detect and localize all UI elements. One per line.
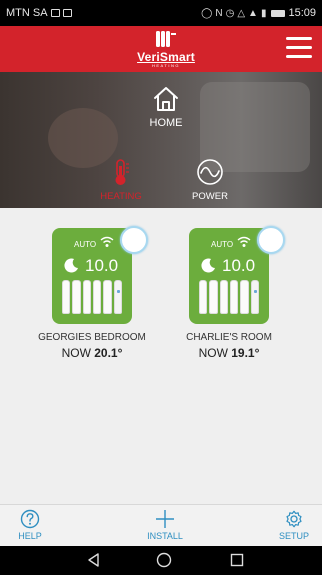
room-name: GEORGIES BEDROOM — [38, 332, 146, 343]
current-temperature-value: 20.1° — [94, 346, 123, 360]
hero-banner: HOME HEATING POWER — [0, 72, 322, 208]
now-prefix: NOW — [198, 346, 228, 360]
nfc-icon: N — [215, 7, 223, 19]
battery-icon — [271, 9, 286, 17]
device-tile[interactable]: AUTO 10.0 — [52, 226, 148, 324]
system-navigation-bar — [0, 546, 322, 575]
notification-icon — [50, 9, 60, 17]
home-button[interactable]: HOME — [136, 86, 196, 136]
verismart-logo: VeriSmart HEATING — [136, 30, 196, 68]
current-temperature: NOW 20.1° — [27, 346, 157, 360]
help-button[interactable]: HELP — [10, 509, 50, 541]
radiator-logo-icon — [156, 31, 176, 47]
power-wave-icon — [197, 159, 223, 185]
device-card[interactable]: AUTO 10.0 CHARLIE'S ROOM NOW 19.1° — [164, 226, 294, 360]
clock-label: 15:09 — [288, 7, 316, 19]
install-button[interactable]: INSTALL — [140, 509, 190, 541]
tab-heating-label: HEATING — [100, 191, 142, 202]
set-temperature: 10.0 — [64, 256, 118, 276]
set-temperature-value: 10.0 — [222, 256, 256, 275]
moon-icon — [201, 258, 215, 273]
mode-label: AUTO — [74, 240, 97, 249]
mode-label: AUTO — [211, 240, 234, 249]
device-grid: AUTO 10.0 GEORGIES BEDROOM NOW 20.1° AUT… — [0, 208, 322, 504]
home-label: HOME — [149, 117, 183, 129]
logo-text: VeriSmart — [137, 50, 195, 64]
alarm-icon: ◷ — [225, 7, 235, 19]
wifi-icon — [100, 236, 114, 247]
radiator-icon — [199, 280, 259, 314]
current-temperature: NOW 19.1° — [164, 346, 294, 360]
tab-power-label: POWER — [192, 191, 228, 202]
back-icon[interactable] — [86, 552, 102, 568]
plus-icon — [156, 510, 174, 528]
install-label: INSTALL — [147, 531, 183, 541]
setup-button[interactable]: SETUP — [272, 509, 316, 541]
tab-heating[interactable]: HEATING — [86, 158, 156, 202]
radiator-icon — [62, 280, 122, 314]
house-icon — [154, 87, 178, 111]
hamburger-menu-icon[interactable] — [286, 37, 312, 59]
device-tile[interactable]: AUTO 10.0 — [189, 226, 285, 324]
set-temperature: 10.0 — [201, 256, 255, 276]
status-right: ◯ N ◷ △ ▲ ▮ 15:09 — [201, 7, 316, 19]
gear-icon — [286, 510, 302, 528]
bottom-toolbar: HELP INSTALL SETUP — [0, 504, 322, 546]
recent-apps-icon[interactable] — [229, 552, 245, 568]
current-temperature-value: 19.1° — [231, 346, 260, 360]
status-left: MTN SA — [6, 7, 72, 19]
now-prefix: NOW — [61, 346, 91, 360]
carrier-label: MTN SA — [6, 7, 48, 19]
thermometer-icon — [115, 159, 129, 185]
home-circle-icon[interactable] — [156, 552, 172, 568]
vibrate-icon: △ — [237, 7, 246, 19]
device-toggle[interactable] — [120, 226, 148, 254]
tab-power[interactable]: POWER — [175, 158, 245, 202]
headset-icon: ◯ — [201, 7, 213, 19]
help-label: HELP — [18, 531, 42, 541]
signal-icon: ▮ — [260, 7, 267, 19]
wifi-icon — [237, 236, 251, 247]
device-card[interactable]: AUTO 10.0 GEORGIES BEDROOM NOW 20.1° — [27, 226, 157, 360]
help-icon — [20, 509, 40, 529]
setup-label: SETUP — [278, 531, 309, 541]
wifi-status-icon: ▲ — [248, 7, 258, 19]
moon-icon — [64, 258, 78, 273]
status-bar: MTN SA ◯ N ◷ △ ▲ ▮ 15:09 — [0, 0, 322, 26]
set-temperature-value: 10.0 — [85, 256, 119, 275]
notification-icon — [62, 9, 72, 17]
room-name: CHARLIE'S ROOM — [186, 332, 272, 343]
app-header: VeriSmart HEATING — [0, 26, 322, 72]
device-toggle[interactable] — [257, 226, 285, 254]
